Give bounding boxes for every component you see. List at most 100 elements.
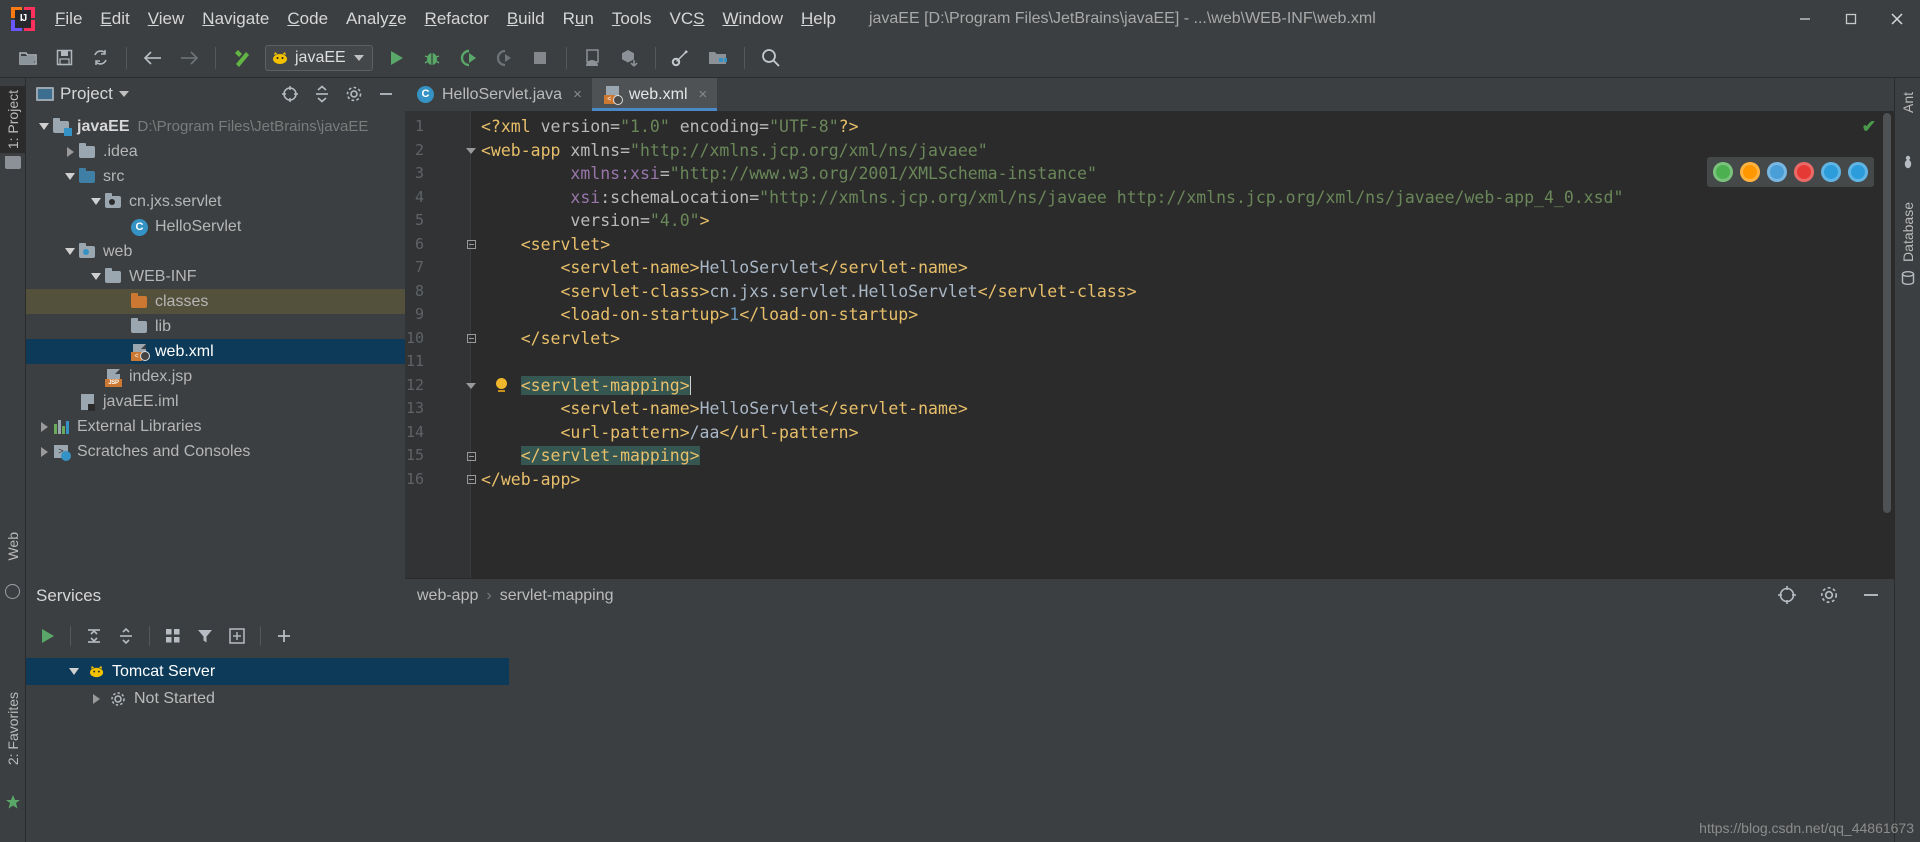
chevron-right-icon[interactable] xyxy=(88,691,104,707)
edge-icon[interactable] xyxy=(1848,162,1868,182)
chevron-right-icon[interactable] xyxy=(36,444,52,460)
menu-item-navigate[interactable]: Navigate xyxy=(193,5,278,33)
project-settings-gear-icon[interactable] xyxy=(341,81,367,107)
chevron-down-icon[interactable] xyxy=(88,194,104,210)
chevron-down-icon[interactable] xyxy=(66,664,82,680)
scrollbar-thumb[interactable] xyxy=(1883,113,1891,513)
services-filter-icon[interactable] xyxy=(190,621,220,651)
run-with-coverage-icon[interactable] xyxy=(453,43,483,73)
editor-vertical-scrollbar[interactable] xyxy=(1880,111,1894,578)
tree-item-classes[interactable]: classes xyxy=(26,289,405,314)
fold-marker[interactable] xyxy=(465,145,477,157)
close-button[interactable] xyxy=(1874,0,1920,38)
tree-item-helloservlet[interactable]: C HelloServlet xyxy=(26,214,405,239)
opera-icon[interactable] xyxy=(1794,162,1814,182)
chrome-icon[interactable] xyxy=(1713,162,1733,182)
code-line[interactable]: </servlet-mapping> xyxy=(481,444,1878,468)
intention-bulb-icon[interactable] xyxy=(493,377,509,394)
inspection-ok-icon[interactable]: ✔ xyxy=(1862,117,1876,137)
hide-panel-icon[interactable] xyxy=(373,81,399,107)
fold-marker[interactable] xyxy=(465,474,477,486)
project-structure-icon[interactable] xyxy=(703,43,733,73)
chevron-down-icon[interactable] xyxy=(118,91,129,97)
chevron-down-icon[interactable] xyxy=(88,269,104,285)
tree-item-cn-jxs-servlet[interactable]: cn.jxs.servlet xyxy=(26,189,405,214)
menu-item-build[interactable]: Build xyxy=(498,5,554,33)
minimize-button[interactable] xyxy=(1782,0,1828,38)
editor-gutter[interactable]: 1 2 3 4 5 6 7 8 9 10 11 12 13 14 15 16 xyxy=(405,111,476,578)
code-line[interactable]: xmlns:xsi="http://www.w3.org/2001/XMLSch… xyxy=(481,162,1878,186)
code-line[interactable]: <web-app xmlns="http://xmlns.jcp.org/xml… xyxy=(481,139,1878,163)
code-line[interactable]: </servlet> xyxy=(481,327,1878,351)
tree-item-javaee[interactable]: javaEE D:\Program Files\JetBrains\javaEE xyxy=(26,114,405,139)
code-line[interactable]: <load-on-startup>1</load-on-startup> xyxy=(481,303,1878,327)
services-tree-item-tomcat-server[interactable]: Tomcat Server xyxy=(26,658,509,685)
forward-arrow-icon[interactable] xyxy=(174,43,204,73)
menu-item-help[interactable]: Help xyxy=(792,5,845,33)
profile-icon[interactable] xyxy=(489,43,519,73)
code-line[interactable]: <servlet-name>HelloServlet</servlet-name… xyxy=(481,256,1878,280)
synchronize-icon[interactable] xyxy=(85,43,115,73)
scroll-from-source-icon[interactable] xyxy=(277,81,303,107)
services-new-window-icon[interactable] xyxy=(222,621,252,651)
tree-item-web-xml[interactable]: < web.xml xyxy=(26,339,405,364)
close-tab-icon[interactable]: × xyxy=(573,86,582,103)
code-line[interactable]: <url-pattern>/aa</url-pattern> xyxy=(481,421,1878,445)
code-line[interactable]: </web-app> xyxy=(481,468,1878,492)
tree-item-javaee-iml[interactable]: javaEE.iml xyxy=(26,389,405,414)
save-all-icon[interactable] xyxy=(49,43,79,73)
code-line[interactable]: <servlet-class>cn.jxs.servlet.HelloServl… xyxy=(481,280,1878,304)
settings-gear-icon[interactable] xyxy=(667,43,697,73)
chevron-down-icon[interactable] xyxy=(36,119,52,135)
tool-window-button-database[interactable]: Database xyxy=(1895,198,1920,266)
tree-item-web-inf[interactable]: WEB-INF xyxy=(26,264,405,289)
services-run-icon[interactable] xyxy=(32,621,62,651)
code-line[interactable]: <?xml version="1.0" encoding="UTF-8"?> xyxy=(481,115,1878,139)
sdk-manager-icon[interactable] xyxy=(578,43,608,73)
code-line[interactable] xyxy=(481,350,1878,374)
tree-item-index-jsp[interactable]: JSP index.jsp xyxy=(26,364,405,389)
tree-item--idea[interactable]: .idea xyxy=(26,139,405,164)
fold-marker[interactable] xyxy=(465,380,477,392)
maximize-button[interactable] xyxy=(1828,0,1874,38)
tool-window-button-1-project[interactable]: 1: Project xyxy=(0,86,26,154)
build-project-icon[interactable] xyxy=(227,43,257,73)
menu-item-view[interactable]: View xyxy=(139,5,194,33)
menu-item-tools[interactable]: Tools xyxy=(603,5,661,33)
search-everywhere-icon[interactable] xyxy=(756,43,786,73)
tool-window-button-web[interactable]: Web xyxy=(0,528,26,565)
services-settings-gear-icon[interactable] xyxy=(1816,582,1842,608)
services-locate-icon[interactable] xyxy=(1774,582,1800,608)
menu-item-run[interactable]: Run xyxy=(554,5,603,33)
services-hide-icon[interactable] xyxy=(1858,582,1884,608)
edge-legacy-icon[interactable] xyxy=(1821,162,1841,182)
fold-marker[interactable] xyxy=(465,239,477,251)
services-expand-all-icon[interactable] xyxy=(79,621,109,651)
fold-marker[interactable] xyxy=(465,333,477,345)
code-line[interactable]: <servlet> xyxy=(481,233,1878,257)
code-line[interactable]: xsi:schemaLocation="http://xmlns.jcp.org… xyxy=(481,186,1878,210)
firefox-icon[interactable] xyxy=(1740,162,1760,182)
code-line[interactable]: version="4.0"> xyxy=(481,209,1878,233)
code-line[interactable]: <servlet-mapping> xyxy=(481,374,1878,398)
safari-icon[interactable] xyxy=(1767,162,1787,182)
services-collapse-all-icon[interactable] xyxy=(111,621,141,651)
tool-window-button-2-favorites[interactable]: 2: Favorites xyxy=(0,688,26,769)
tool-window-button-ant[interactable]: Ant xyxy=(1895,88,1920,117)
menu-item-analyze[interactable]: Analyze xyxy=(337,5,416,33)
debug-icon[interactable] xyxy=(417,43,447,73)
tree-item-web[interactable]: web xyxy=(26,239,405,264)
code-editor[interactable]: 1 2 3 4 5 6 7 8 9 10 11 12 13 14 15 16 <?xml version="1… xyxy=(405,111,1894,578)
services-add-icon[interactable] xyxy=(269,621,299,651)
menu-item-refactor[interactable]: Refactor xyxy=(416,5,498,33)
run-icon[interactable] xyxy=(381,43,411,73)
code-content[interactable]: <?xml version="1.0" encoding="UTF-8"?> <w… xyxy=(481,111,1878,578)
chevron-down-icon[interactable] xyxy=(62,244,78,260)
open-folder-icon[interactable] xyxy=(13,43,43,73)
back-arrow-icon[interactable] xyxy=(138,43,168,73)
services-group-icon[interactable] xyxy=(158,621,188,651)
editor-tab-web-xml[interactable]: < web.xml × xyxy=(591,78,718,111)
menu-item-vcs[interactable]: VCS xyxy=(661,5,714,33)
breadcrumb-item[interactable]: servlet-mapping xyxy=(500,587,614,605)
close-tab-icon[interactable]: × xyxy=(699,86,708,103)
